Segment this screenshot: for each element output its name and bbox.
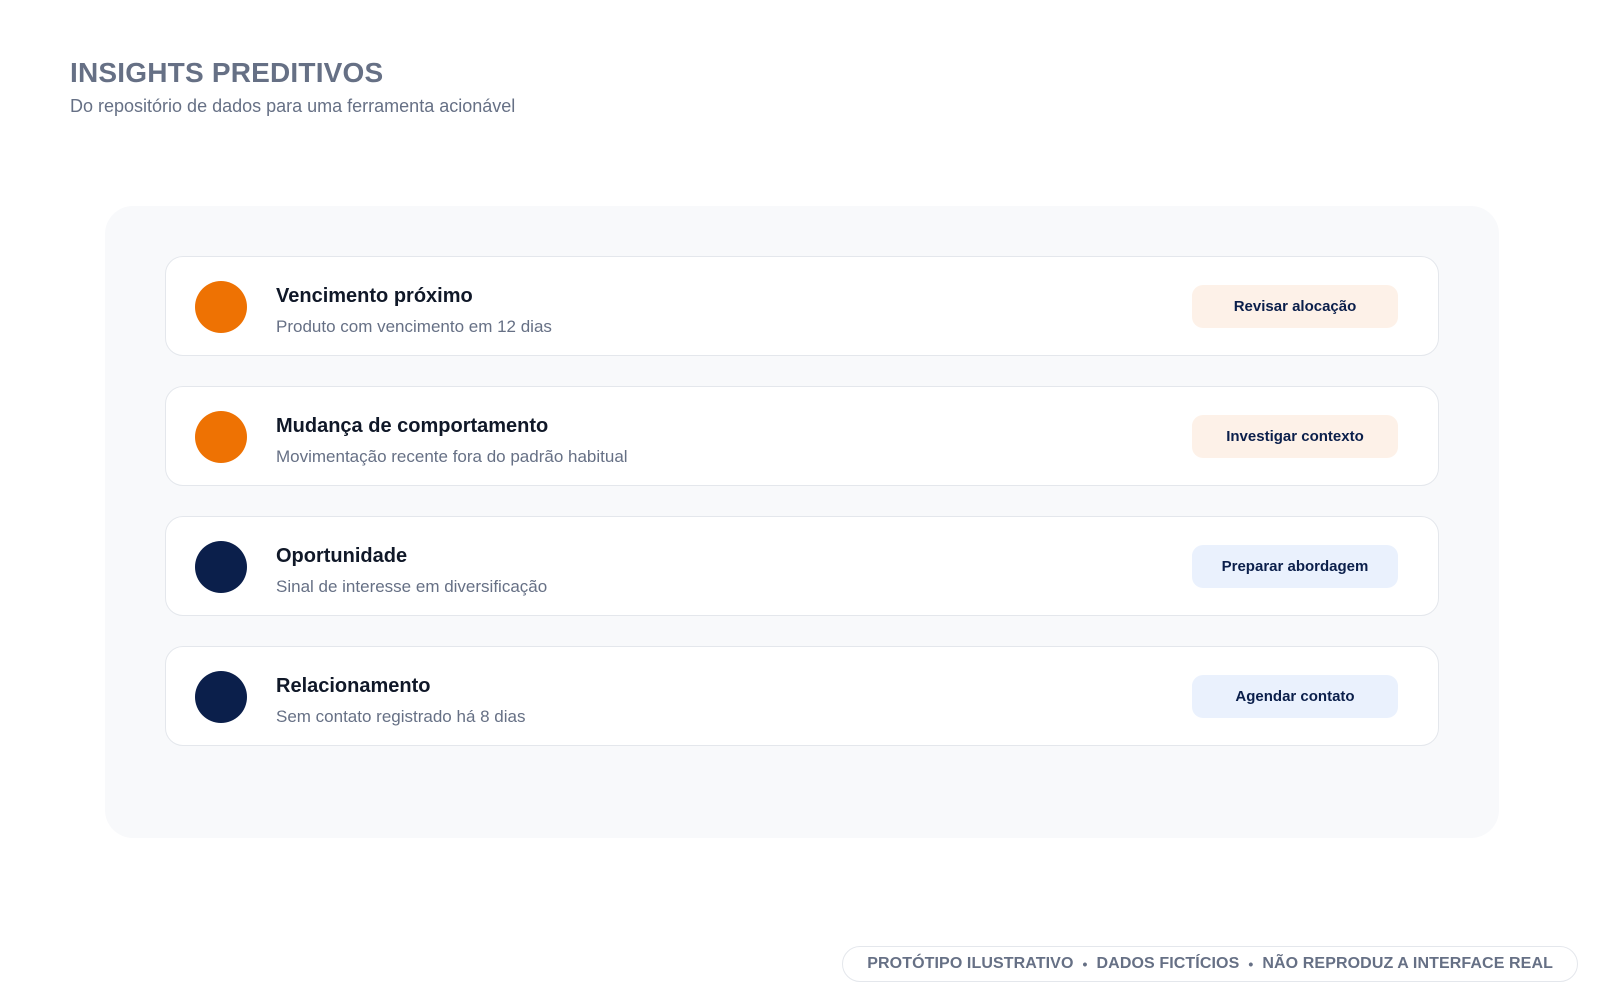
separator-dot: • — [1248, 956, 1254, 972]
page-title: INSIGHTS PREDITIVOS — [70, 57, 384, 88]
revisar-alocacao-button[interactable]: Revisar alocação — [1192, 285, 1398, 328]
investigar-contexto-button[interactable]: Investigar contexto — [1192, 415, 1398, 458]
insights-panel: Vencimento próximo Produto com venciment… — [105, 206, 1499, 838]
insight-card-comportamento: Mudança de comportamento Movimentação re… — [165, 386, 1439, 486]
insight-title: Mudança de comportamento — [276, 415, 549, 437]
insight-card-vencimento: Vencimento próximo Produto com venciment… — [165, 256, 1439, 356]
insight-text: Relacionamento Sem contato registrado há… — [276, 673, 525, 728]
insight-title: Oportunidade — [276, 545, 408, 567]
insight-description: Sem contato registrado há 8 dias — [276, 707, 526, 726]
page-subtitle: Do repositório de dados para uma ferrame… — [70, 96, 516, 116]
disclaimer-prototipo: PROTÓTIPO ILUSTRATIVO — [867, 955, 1074, 972]
insight-text: Vencimento próximo Produto com venciment… — [276, 283, 552, 338]
status-dot-icon — [195, 281, 247, 333]
insight-title: Relacionamento — [276, 675, 431, 697]
status-dot-icon — [195, 671, 247, 723]
insight-text: Oportunidade Sinal de interesse em diver… — [276, 543, 547, 598]
page-header: INSIGHTS PREDITIVOS Do repositório de da… — [70, 56, 515, 118]
insight-description: Movimentação recente fora do padrão habi… — [276, 447, 628, 466]
preparar-abordagem-button[interactable]: Preparar abordagem — [1192, 545, 1398, 588]
insight-text: Mudança de comportamento Movimentação re… — [276, 413, 628, 468]
disclaimer-badge: PROTÓTIPO ILUSTRATIVO • DADOS FICTÍCIOS … — [842, 946, 1578, 982]
agendar-contato-button[interactable]: Agendar contato — [1192, 675, 1398, 718]
disclaimer-interface: NÃO REPRODUZ A INTERFACE REAL — [1262, 955, 1553, 972]
insight-title: Vencimento próximo — [276, 285, 473, 307]
insight-description: Sinal de interesse em diversificação — [276, 577, 548, 596]
separator-dot: • — [1082, 956, 1088, 972]
status-dot-icon — [195, 541, 247, 593]
disclaimer-dados: DADOS FICTÍCIOS — [1096, 955, 1240, 972]
insight-card-relacionamento: Relacionamento Sem contato registrado há… — [165, 646, 1439, 746]
insight-description: Produto com vencimento em 12 dias — [276, 317, 552, 336]
insight-card-oportunidade: Oportunidade Sinal de interesse em diver… — [165, 516, 1439, 616]
page: INSIGHTS PREDITIVOS Do repositório de da… — [0, 0, 1600, 1000]
status-dot-icon — [195, 411, 247, 463]
